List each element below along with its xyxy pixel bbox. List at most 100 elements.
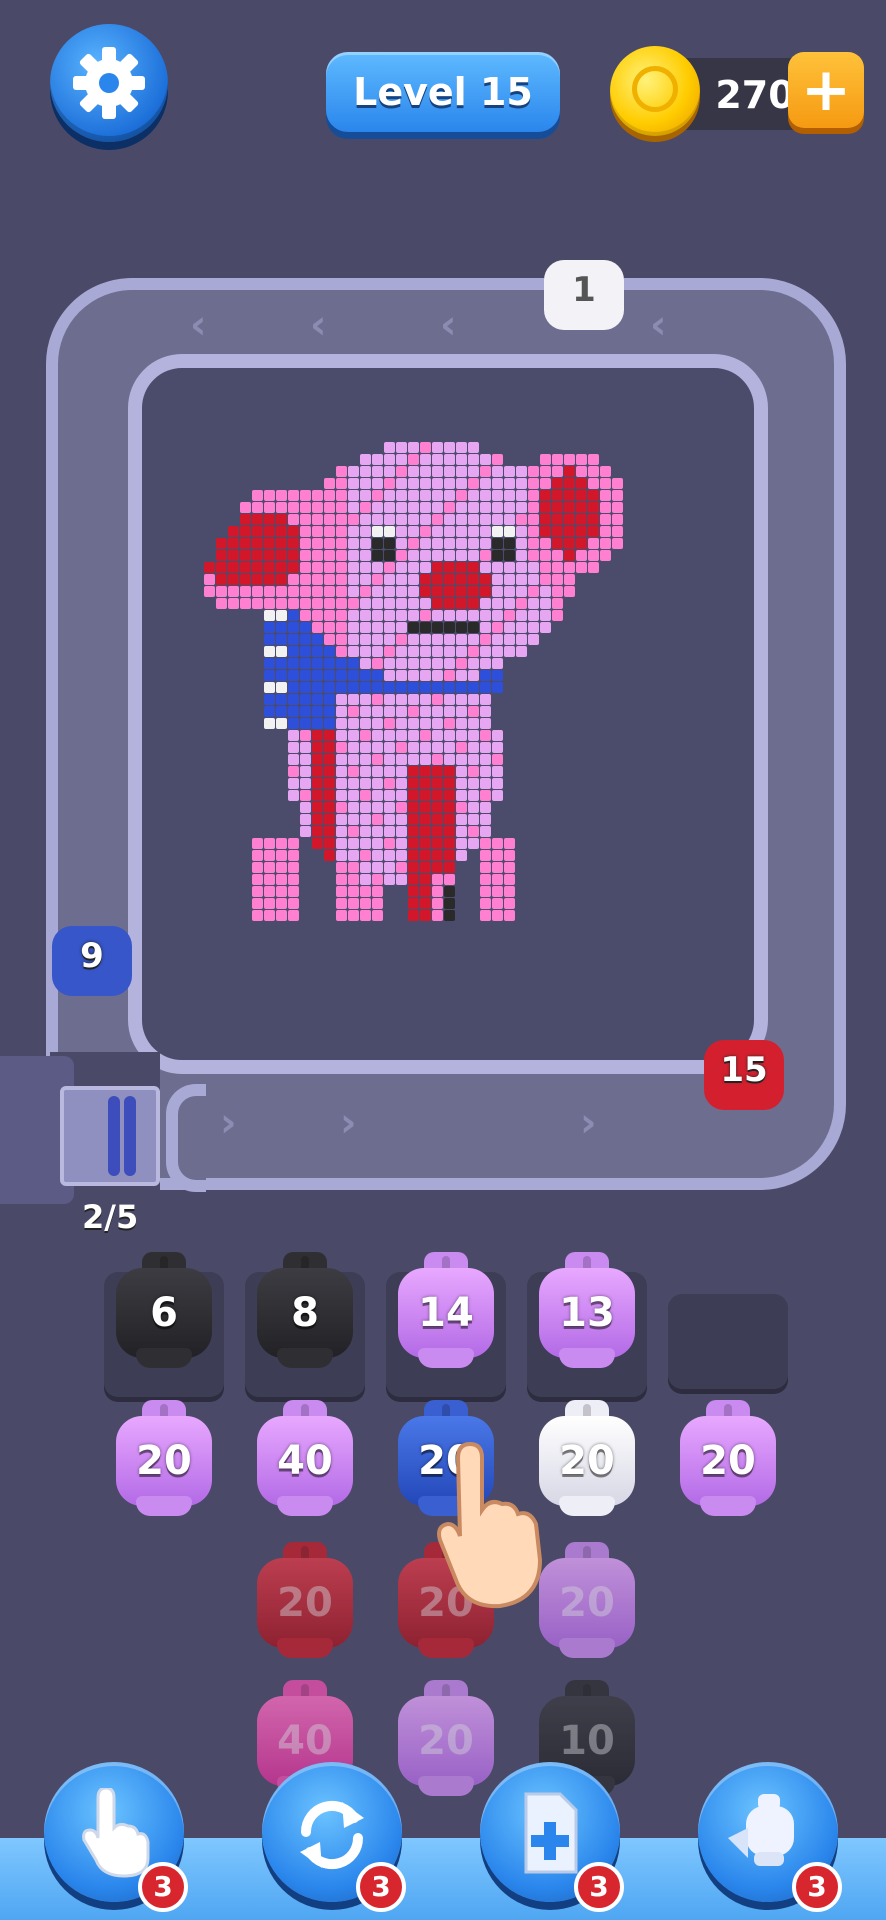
pig-block-pink[interactable]: 20: [680, 1400, 776, 1518]
pixel-cell: [408, 526, 419, 537]
pixel-cell: [252, 898, 263, 909]
pixel-cell: [276, 502, 287, 513]
pig-block-pink[interactable]: 14: [398, 1252, 494, 1370]
pixel-cell: [420, 790, 431, 801]
conveyor-piece-right[interactable]: 15: [700, 1034, 788, 1114]
pixel-cell: [600, 490, 611, 501]
pixel-cell: [408, 790, 419, 801]
pixel-cell: [288, 898, 299, 909]
pixel-cell: [360, 766, 371, 777]
pixel-cell: [276, 538, 287, 549]
pixel-cell: [408, 658, 419, 669]
pixel-cell: [576, 454, 587, 465]
pixel-cell: [444, 694, 455, 705]
pixel-cell: [444, 538, 455, 549]
pixel-cell: [396, 874, 407, 885]
pig-block-pink[interactable]: 20: [116, 1400, 212, 1518]
pixel-cell: [300, 766, 311, 777]
pixel-cell: [288, 838, 299, 849]
pixel-cell: [588, 502, 599, 513]
pixel-cell: [300, 502, 311, 513]
pig-block-black[interactable]: 8: [257, 1252, 353, 1370]
pixel-cell: [276, 682, 287, 693]
pixel-cell: [480, 886, 491, 897]
pixel-cell: [420, 490, 431, 501]
pixel-cell: [372, 562, 383, 573]
pixel-cell: [312, 778, 323, 789]
pixel-cell: [588, 526, 599, 537]
pixel-cell: [288, 610, 299, 621]
pixel-cell: [336, 790, 347, 801]
pixel-cell: [612, 490, 623, 501]
pixel-cell: [456, 466, 467, 477]
pixel-cell: [348, 466, 359, 477]
pixel-cell: [300, 490, 311, 501]
pixel-cell: [420, 526, 431, 537]
pixel-cell: [288, 622, 299, 633]
pixel-cell: [252, 562, 263, 573]
pixel-cell: [504, 838, 515, 849]
pixel-cell: [408, 754, 419, 765]
pixel-cell: [324, 718, 335, 729]
pixel-cell: [396, 682, 407, 693]
settings-button[interactable]: [50, 24, 168, 142]
pixel-cell: [480, 898, 491, 909]
pixel-cell: [384, 838, 395, 849]
pixel-cell: [384, 646, 395, 657]
pig-block-black[interactable]: 6: [116, 1252, 212, 1370]
pixel-cell: [564, 526, 575, 537]
pixel-cell: [396, 634, 407, 645]
pixel-cell: [372, 742, 383, 753]
add-coins-button[interactable]: +: [788, 52, 864, 128]
pixel-cell: [432, 862, 443, 873]
pixel-cell: [384, 490, 395, 501]
pig-block-pink[interactable]: 40: [257, 1400, 353, 1518]
pixel-cell: [396, 598, 407, 609]
pixel-cell: [288, 634, 299, 645]
pixel-cell: [480, 502, 491, 513]
pixel-cell: [384, 538, 395, 549]
pixel-cell: [288, 682, 299, 693]
pixel-cell: [396, 766, 407, 777]
pixel-cell: [336, 838, 347, 849]
pig-block-white[interactable]: 20: [539, 1400, 635, 1518]
pixel-cell: [216, 550, 227, 561]
pixel-cell: [468, 490, 479, 501]
pixel-cell: [432, 874, 443, 885]
pixel-cell: [264, 646, 275, 657]
pixel-cell: [564, 466, 575, 477]
pixel-cell: [264, 886, 275, 897]
pixel-cell: [516, 634, 527, 645]
pixel-cell: [420, 718, 431, 729]
pixel-cell: [420, 874, 431, 885]
pixel-cell: [348, 682, 359, 693]
pig-block-pink[interactable]: 13: [539, 1252, 635, 1370]
pixel-cell: [288, 646, 299, 657]
pixel-cell: [552, 586, 563, 597]
pixel-cell: [480, 778, 491, 789]
pixel-cell: [312, 694, 323, 705]
pixel-cell: [336, 886, 347, 897]
pixel-cell: [408, 634, 419, 645]
pixel-cell: [468, 802, 479, 813]
pixel-cell: [432, 766, 443, 777]
pixel-cell: [432, 466, 443, 477]
pixel-cell: [588, 478, 599, 489]
pixel-cell: [252, 838, 263, 849]
pixel-cell: [312, 502, 323, 513]
pixel-cell: [408, 910, 419, 921]
pixel-cell: [564, 514, 575, 525]
pixel-cell: [432, 454, 443, 465]
pixel-cell: [276, 706, 287, 717]
pixel-cell: [552, 550, 563, 561]
pixel-cell: [420, 514, 431, 525]
conveyor-piece-top[interactable]: 1: [540, 254, 628, 334]
pixel-cell: [444, 526, 455, 537]
pixel-cell: [480, 538, 491, 549]
pixel-cell: [456, 850, 467, 861]
pixel-cell: [588, 538, 599, 549]
pixel-cell: [420, 862, 431, 873]
pixel-cell: [468, 742, 479, 753]
conveyor-piece-left[interactable]: 9: [48, 920, 136, 1000]
pixel-cell: [408, 718, 419, 729]
